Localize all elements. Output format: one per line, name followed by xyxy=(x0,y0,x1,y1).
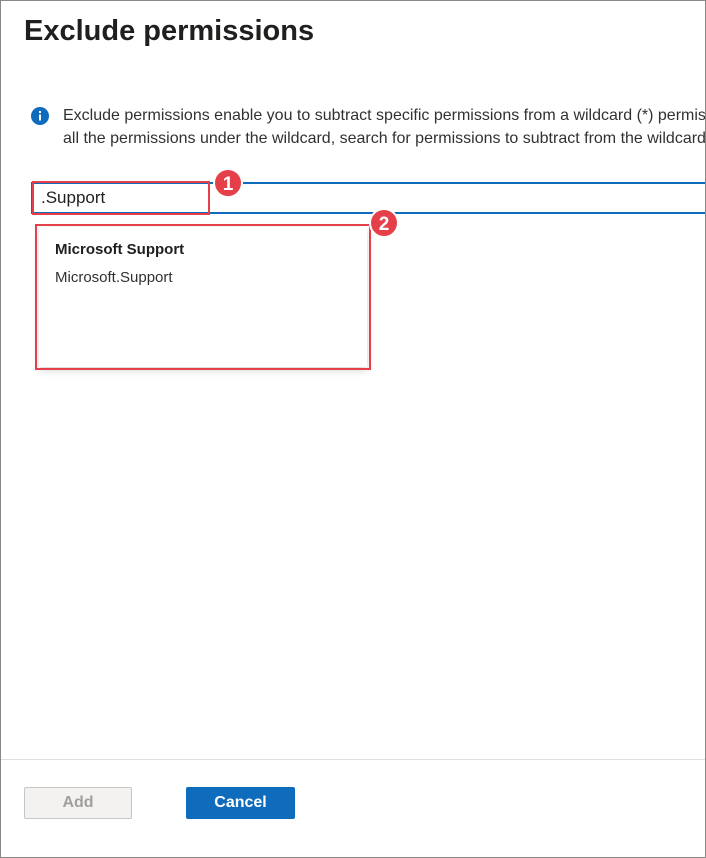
footer-divider xyxy=(1,759,705,760)
page-title: Exclude permissions xyxy=(24,15,315,47)
callout-badge-2: 2 xyxy=(369,208,399,238)
callout-badge-1: 1 xyxy=(213,168,243,198)
info-message-line-1: Exclude permissions enable you to subtra… xyxy=(63,107,706,124)
search-result-id: Microsoft.Support xyxy=(55,269,173,286)
info-message-line-2: all the permissions under the wildcard, … xyxy=(63,130,706,147)
search-results-dropdown: Microsoft Support Microsoft.Support xyxy=(39,227,367,367)
info-message: Exclude permissions enable you to subtra… xyxy=(63,104,706,150)
exclude-permissions-panel: Exclude permissions Exclude permissions … xyxy=(0,0,706,858)
permission-search-input[interactable] xyxy=(41,184,641,212)
info-icon xyxy=(31,107,49,125)
search-result-name: Microsoft Support xyxy=(55,241,185,258)
cancel-button[interactable]: Cancel xyxy=(186,787,295,819)
search-result-item[interactable]: Microsoft Support Microsoft.Support xyxy=(39,227,367,367)
add-button[interactable]: Add xyxy=(24,787,132,819)
permission-search-box xyxy=(31,182,705,214)
